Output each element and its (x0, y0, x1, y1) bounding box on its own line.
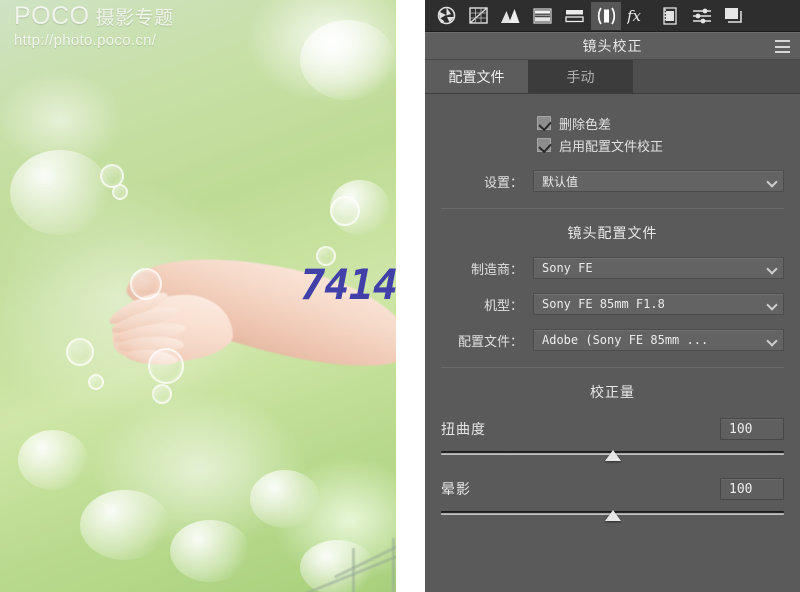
model-select[interactable]: Sony FE 85mm F1.8 (533, 293, 784, 315)
slider-track-wrap[interactable] (441, 448, 784, 462)
chevron-down-icon (766, 299, 778, 311)
basic-aperture-icon[interactable] (431, 2, 461, 30)
settings-row: 设置： 默认值 (441, 170, 784, 192)
soap-bubble (100, 164, 124, 188)
make-select[interactable]: Sony FE (533, 257, 784, 279)
settings-label: 设置： (483, 174, 523, 190)
railing-post (392, 538, 395, 592)
soap-bubble (152, 384, 172, 404)
panel-title-bar: 镜头校正 (425, 32, 800, 60)
slider-distortion: 扭曲度 100 (441, 418, 784, 462)
lens-correction-panel: fx 镜头校正 配置文件 手动 删除色差 启用配置文件校正 设置： 默认值 镜头… (425, 0, 800, 592)
slider-head: 晕影 100 (441, 478, 784, 500)
tab-filler (633, 60, 800, 93)
hamburger-icon[interactable] (775, 40, 790, 53)
watermark-url: http://photo.poco.cn/ (14, 32, 157, 49)
checkbox-label: 删除色差 (559, 116, 612, 132)
model-select-value: Sony FE 85mm F1.8 (542, 297, 665, 311)
model-label: 机型： (483, 297, 523, 313)
settings-select-value: 默认值 (542, 174, 579, 189)
panel-tabs: 配置文件 手动 (425, 60, 800, 94)
app-window: POCO摄影专题 http://photo.poco.cn/ 741468 (0, 0, 800, 592)
profile-select[interactable]: Adobe (Sony FE 85mm ... (533, 329, 784, 351)
slider-label: 晕影 (441, 481, 471, 497)
checkbox-box[interactable] (537, 116, 551, 130)
panel-toolbar: fx (425, 0, 800, 32)
bokeh-blob (10, 150, 110, 235)
chevron-down-icon (766, 176, 778, 188)
slider-head: 扭曲度 100 (441, 418, 784, 440)
divider (441, 367, 784, 368)
photo-preview[interactable]: POCO摄影专题 http://photo.poco.cn/ 741468 (0, 0, 396, 592)
camera-calibration-icon[interactable] (655, 2, 685, 30)
slider-vignetting: 晕影 100 (441, 478, 784, 522)
chevron-down-icon (766, 263, 778, 275)
soap-bubble (88, 374, 104, 390)
slider-thumb[interactable] (604, 510, 621, 521)
panel-body: 删除色差 启用配置文件校正 设置： 默认值 镜头配置文件 制造商： Sony F… (425, 112, 800, 522)
distortion-value-input[interactable]: 100 (720, 418, 784, 440)
photo-panel-gap (396, 0, 425, 592)
watermark: POCO 摄影专题 http://photo.poco.cn/ (14, 2, 174, 50)
soap-bubble (330, 196, 360, 226)
bokeh-blob (300, 540, 375, 592)
bokeh-blob (330, 180, 390, 235)
checkbox-enable-profile-corrections[interactable]: 启用配置文件校正 (441, 134, 784, 156)
railing-bar (303, 551, 396, 592)
chevron-down-icon (766, 335, 778, 347)
profile-label: 配置文件： (457, 333, 523, 349)
make-row: 制造商： Sony FE (441, 257, 784, 279)
correction-amount-section-title: 校正量 (590, 384, 635, 400)
lens-correction-icon[interactable] (591, 1, 621, 30)
profile-row: 配置文件： Adobe (Sony FE 85mm ... (441, 329, 784, 351)
effects-fx-icon[interactable]: fx (623, 2, 653, 30)
checkbox-label: 启用配置文件校正 (559, 138, 664, 154)
soap-bubble (66, 338, 94, 366)
tab-profile[interactable]: 配置文件 (425, 60, 529, 93)
make-label: 制造商： (470, 261, 523, 277)
railing-bar (333, 536, 396, 579)
bokeh-blob (18, 430, 88, 490)
page-title: 镜头校正 (582, 38, 643, 54)
slider-label: 扭曲度 (441, 421, 486, 437)
lens-profile-section-title: 镜头配置文件 (567, 225, 658, 241)
bokeh-blob (80, 490, 170, 560)
checkbox-remove-chromatic-aberration[interactable]: 删除色差 (441, 112, 784, 134)
snapshots-stack-icon[interactable] (719, 2, 749, 30)
watermark-brand: POCO (14, 2, 90, 30)
bokeh-blob (300, 20, 395, 100)
svg-text:fx: fx (627, 7, 642, 25)
bokeh-blob (170, 520, 250, 582)
presets-sliders-icon[interactable] (687, 2, 717, 30)
make-select-value: Sony FE (542, 261, 593, 275)
vignetting-value-input[interactable]: 100 (720, 478, 784, 500)
tone-curve-icon[interactable] (463, 2, 493, 30)
settings-select[interactable]: 默认值 (533, 170, 784, 192)
checkbox-box[interactable] (537, 138, 551, 152)
hsl-grayscale-icon[interactable] (495, 2, 525, 30)
tab-manual[interactable]: 手动 (529, 60, 633, 93)
slider-track-wrap[interactable] (441, 508, 784, 522)
model-row: 机型： Sony FE 85mm F1.8 (441, 293, 784, 315)
divider (441, 208, 784, 209)
railing-post (352, 548, 355, 592)
bokeh-blob (250, 470, 320, 528)
watermark-title: 摄影专题 (95, 8, 174, 29)
slider-thumb[interactable] (604, 450, 621, 461)
split-toning-icon[interactable] (527, 2, 557, 30)
photo-overlay-number: 741468 (300, 260, 396, 309)
profile-select-value: Adobe (Sony FE 85mm ... (542, 333, 709, 347)
detail-icon[interactable] (559, 2, 589, 30)
soap-bubble (112, 184, 128, 200)
